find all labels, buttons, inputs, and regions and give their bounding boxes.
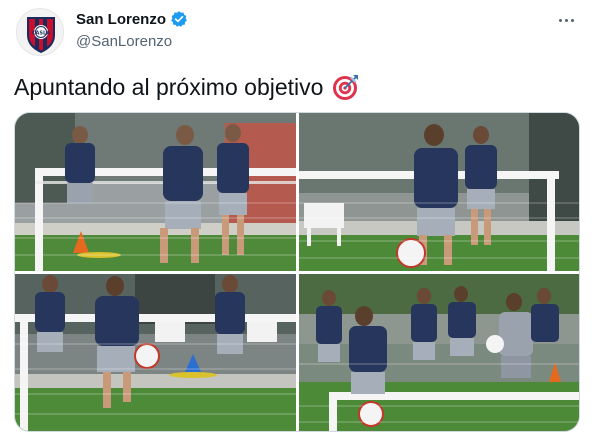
media-grid [14,112,580,432]
name-row: San Lorenzo [76,10,188,28]
display-name[interactable]: San Lorenzo [76,11,166,28]
more-options-icon[interactable] [554,10,578,30]
avatar[interactable]: CASLA [16,8,64,56]
club-crest-icon: CASLA [27,17,55,53]
crest-text: CASLA [32,31,50,37]
tweet-text-row: Apuntando al próximo objetivo [14,72,361,102]
tweet-card: CASLA San Lorenzo @SanLorenzo Apuntando … [0,0,594,448]
tweet-text: Apuntando al próximo objetivo [14,73,324,100]
account-handle[interactable]: @SanLorenzo [76,33,172,50]
training-photo-4[interactable] [299,274,579,431]
training-photo-3[interactable] [15,274,296,431]
training-photo-1[interactable] [15,113,296,271]
direct-hit-target-icon [331,72,361,102]
verified-badge-icon [170,10,188,28]
training-photo-2[interactable] [299,113,579,271]
